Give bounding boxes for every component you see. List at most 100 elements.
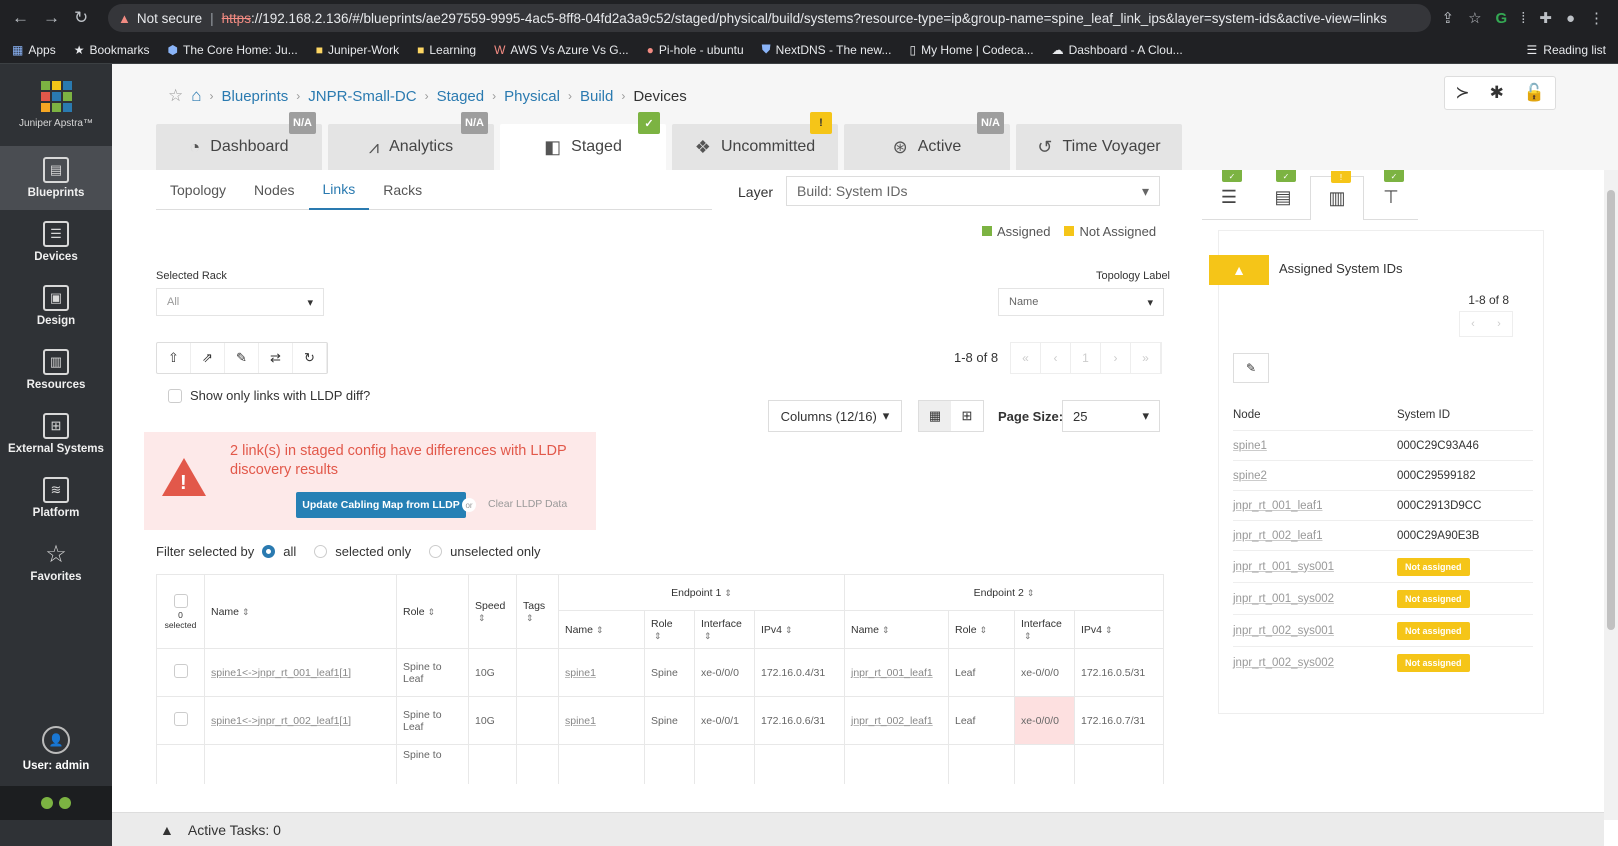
grid-view-icon[interactable]: ⊞ [951, 401, 983, 431]
bookmark-star-icon[interactable]: ☆ [1468, 9, 1481, 27]
node-link[interactable]: jnpr_rt_002_sys002 [1233, 657, 1397, 669]
tab-uncommitted[interactable]: ❖ Uncommitted! [672, 112, 838, 170]
page-number[interactable]: 1 [1071, 343, 1101, 373]
filter-unselected-radio[interactable] [429, 545, 443, 558]
refresh-icon[interactable]: ↻ [293, 343, 327, 373]
link-name[interactable] [204, 744, 397, 784]
home-icon[interactable]: ⌂ [191, 86, 201, 106]
filter-all-radio[interactable] [262, 545, 276, 558]
bookmark-bookmarks[interactable]: ★ Bookmarks [74, 43, 150, 57]
node-link[interactable]: jnpr_rt_002_sys001 [1233, 625, 1397, 637]
user-menu[interactable]: 👤 User: admin [0, 714, 112, 784]
edit-icon[interactable]: ✎ [225, 343, 259, 373]
page-size-select[interactable]: 25 ▾ [1062, 400, 1160, 432]
breadcrumb-blueprint[interactable]: JNPR-Small-DC [308, 88, 416, 105]
lldp-diff-toggle[interactable]: Show only links with LLDP diff? [168, 388, 370, 403]
col-ep1-name[interactable]: Name ⇕ [558, 610, 645, 649]
row-checkbox[interactable] [173, 664, 188, 678]
breadcrumb-blueprints[interactable]: Blueprints [222, 88, 289, 105]
col-role[interactable]: Role ⇕ [396, 574, 469, 649]
select-all-checkbox[interactable] [173, 593, 188, 608]
ep2-name[interactable]: jnpr_rt_002_leaf1 [844, 696, 949, 745]
ep1-name[interactable]: spine1 [558, 648, 645, 697]
sidebar-item-blueprints[interactable]: ▤ Blueprints [0, 146, 112, 210]
tab-topology-view[interactable]: ⊤ ✓ [1364, 170, 1418, 220]
col-speed[interactable]: Speed ⇕ [468, 574, 517, 649]
node-link[interactable]: jnpr_rt_001_sys002 [1233, 593, 1397, 605]
bookmark-dashboard[interactable]: ☁ Dashboard - A Clou... [1052, 43, 1183, 57]
swap-icon[interactable]: ⇄ [259, 343, 293, 373]
filter-selected-radio[interactable] [314, 545, 328, 558]
lldp-diff-checkbox[interactable] [168, 388, 182, 403]
col-ep2-interface[interactable]: Interface ⇕ [1014, 610, 1075, 649]
back-icon[interactable]: ← [12, 8, 29, 28]
link-name[interactable]: spine1<->jnpr_rt_002_leaf1[1] [204, 696, 397, 745]
export-icon[interactable]: ⇗ [191, 343, 225, 373]
bookmark-juniper-work[interactable]: ■ Juniper-Work [316, 43, 399, 57]
forward-icon[interactable]: → [43, 8, 60, 28]
node-link[interactable]: spine1 [1233, 440, 1397, 452]
node-link[interactable]: jnpr_rt_001_leaf1 [1233, 500, 1397, 512]
bookmark-aws[interactable]: W AWS Vs Azure Vs G... [494, 43, 629, 57]
tab-list-view[interactable]: ☰ ✓ [1202, 170, 1256, 220]
col-ep2-name[interactable]: Name ⇕ [844, 610, 949, 649]
col-group-endpoint1[interactable]: Endpoint 1 ⇕ [558, 574, 845, 611]
share-icon[interactable]: ⇪ [1441, 9, 1454, 27]
col-ep1-interface[interactable]: Interface ⇕ [694, 610, 755, 649]
tab-analytics[interactable]: ⩘ Analytics N/A [328, 112, 494, 170]
table-view-icon[interactable]: ▦ [919, 401, 951, 431]
favorite-star-icon[interactable]: ☆ [168, 86, 183, 106]
tab-racks[interactable]: Racks [369, 170, 436, 210]
tab-links[interactable]: Links [308, 170, 370, 210]
col-ep2-ipv4[interactable]: IPv4 ⇕ [1074, 610, 1164, 649]
columns-button[interactable]: Columns (12/16) ▾ [768, 400, 902, 432]
tab-device-view[interactable]: ▥! [1310, 171, 1364, 220]
address-bar[interactable]: ▲ Not secure | https ://192.168.2.136/#/… [108, 4, 1432, 32]
prev-page-icon[interactable]: ‹ [1041, 343, 1071, 373]
row-checkbox[interactable] [173, 712, 188, 726]
node-link[interactable]: jnpr_rt_001_sys001 [1233, 561, 1397, 573]
topology-label-select[interactable]: Name ▾ [998, 288, 1164, 316]
layer-select[interactable]: Build: System IDs ▾ [786, 176, 1160, 206]
page-scrollbar[interactable] [1604, 170, 1618, 820]
col-ep1-ipv4[interactable]: IPv4 ⇕ [754, 610, 845, 649]
col-group-endpoint2[interactable]: Endpoint 2 ⇕ [844, 574, 1164, 611]
next-page-icon[interactable]: › [1101, 343, 1131, 373]
sidebar-item-devices[interactable]: ☰ Devices [0, 210, 112, 274]
bookmark-nextdns[interactable]: ⛊ NextDNS - The new... [762, 42, 892, 57]
terminal-icon[interactable]: ≻ [1455, 83, 1469, 103]
profile-icon[interactable]: ● [1566, 10, 1575, 27]
menu-icon[interactable]: ⋮ [1589, 9, 1604, 27]
tab-dashboard[interactable]: ◔ Dashboard N/A [156, 112, 322, 170]
bookmark-codeca[interactable]: ▯ My Home | Codeca... [909, 43, 1033, 57]
next-page-icon[interactable]: › [1486, 312, 1512, 336]
puzzle-icon[interactable]: ✚ [1539, 9, 1552, 27]
sidebar-item-resources[interactable]: ▥ Resources [0, 338, 112, 402]
bookmark-apps[interactable]: ▦ Apps [12, 43, 56, 57]
col-ep2-role[interactable]: Role ⇕ [948, 610, 1015, 649]
breadcrumb-physical[interactable]: Physical [504, 88, 560, 105]
bookmark-learning[interactable]: ■ Learning [417, 43, 476, 57]
prev-page-icon[interactable]: ‹ [1460, 312, 1486, 336]
ep2-name[interactable]: jnpr_rt_001_leaf1 [844, 648, 949, 697]
upload-icon[interactable]: ⇧ [157, 343, 191, 373]
sidebar-item-favorites[interactable]: ☆ Favorites [0, 530, 112, 594]
tab-staged[interactable]: ◧ Staged ✓ [500, 112, 666, 170]
breadcrumb-build[interactable]: Build [580, 88, 613, 105]
active-tasks-bar[interactable]: ▲ Active Tasks: 0 [112, 812, 1604, 846]
tab-server-view[interactable]: ▤ ✓ [1256, 170, 1310, 220]
grammarly-icon[interactable]: G [1496, 10, 1508, 27]
ep1-name[interactable]: spine1 [558, 696, 645, 745]
bookmark-core-home[interactable]: ⬢ The Core Home: Ju... [168, 43, 298, 57]
breadcrumb-staged[interactable]: Staged [437, 88, 485, 105]
clear-lldp-data-button[interactable]: Clear LLDP Data [488, 498, 567, 510]
selected-rack-select[interactable]: All ▾ [156, 288, 324, 316]
last-page-icon[interactable]: » [1131, 343, 1161, 373]
col-name[interactable]: Name ⇕ [204, 574, 397, 649]
col-tags[interactable]: Tags ⇕ [516, 574, 559, 649]
update-cabling-map-button[interactable]: Update Cabling Map from LLDP [296, 492, 466, 518]
tab-active[interactable]: ⊛ Active N/A [844, 112, 1010, 170]
scrollbar-thumb[interactable] [1607, 190, 1615, 630]
link-name[interactable]: spine1<->jnpr_rt_001_leaf1[1] [204, 648, 397, 697]
first-page-icon[interactable]: « [1011, 343, 1041, 373]
